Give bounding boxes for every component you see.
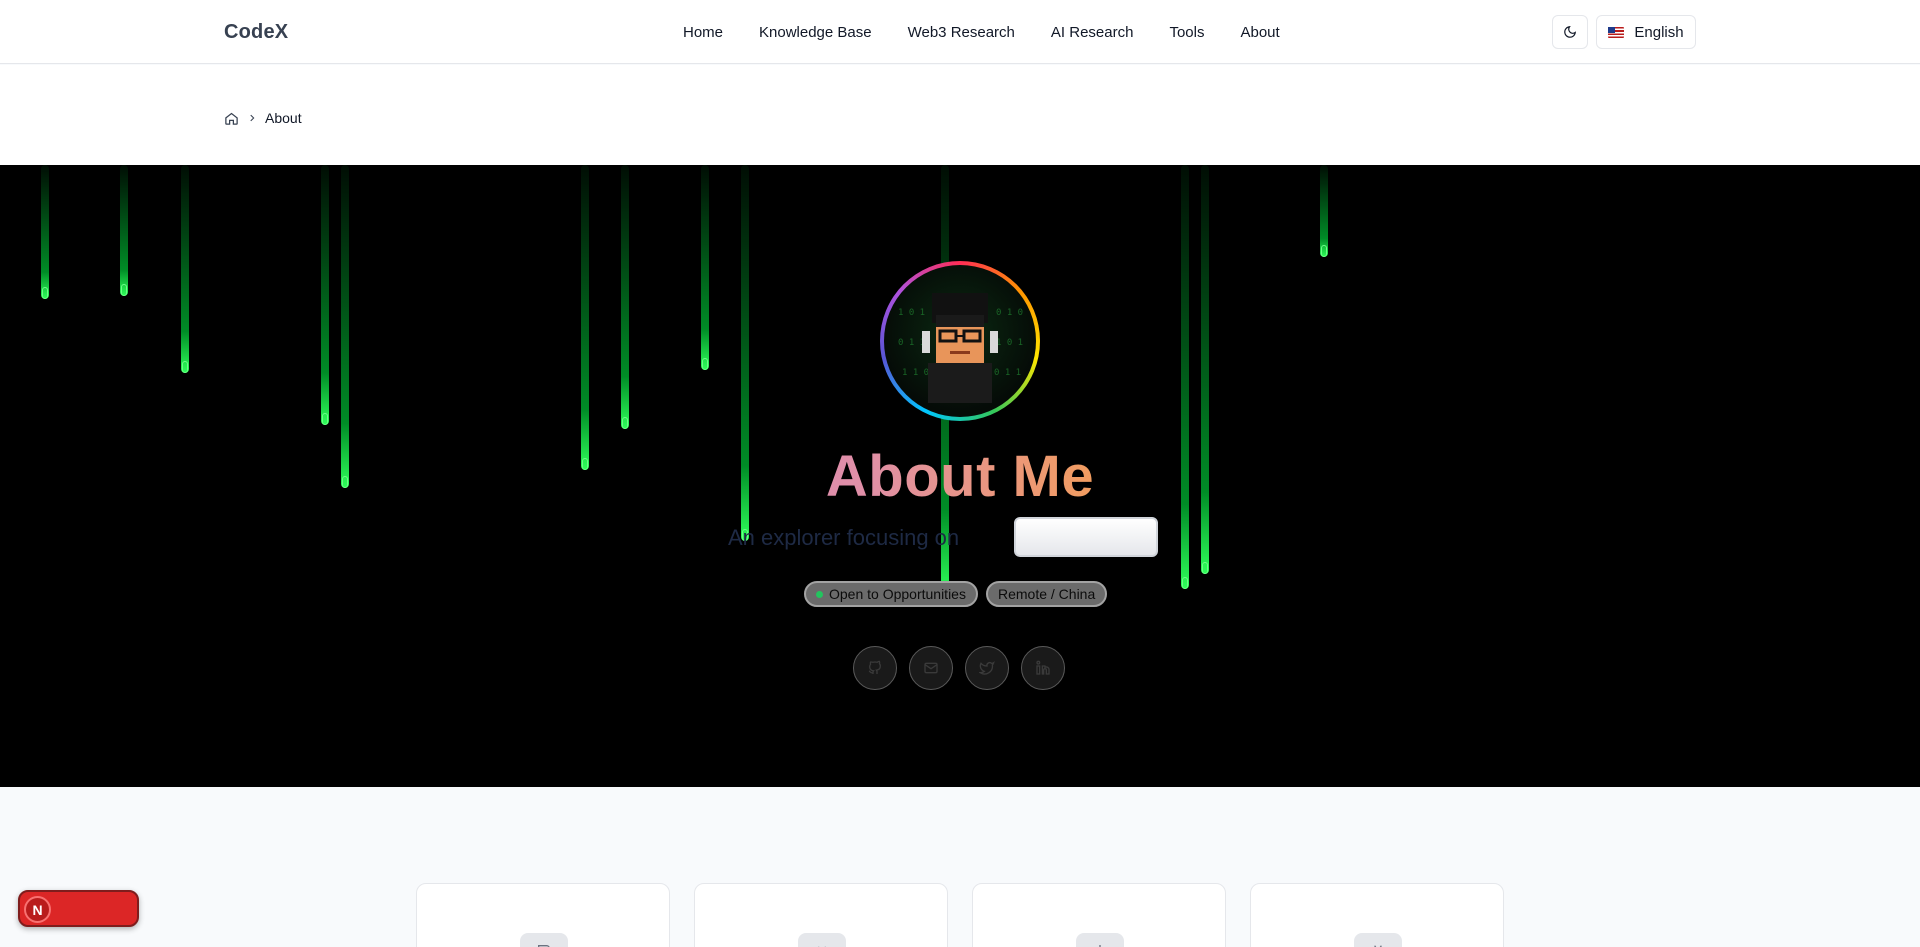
breadcrumb: About	[224, 110, 302, 126]
svg-text:0 1 1: 0 1 1	[898, 338, 925, 348]
code-rain-column	[701, 165, 709, 370]
typing-highlight	[1014, 517, 1158, 557]
site-header: CodeX Home Knowledge Base Web3 Research …	[0, 0, 1920, 64]
code-rain-column	[581, 165, 589, 470]
location-badge: Remote / China	[985, 581, 1108, 607]
code-rain-column	[341, 165, 349, 488]
code-rain-column	[621, 165, 629, 429]
svg-text:1 1 0: 1 1 0	[902, 368, 929, 378]
code-rain-column	[1320, 165, 1328, 257]
about-hero: 1 0 1 0 1 0 0 1 1 1 0 1 1 1 0 0 1 1 Abou…	[0, 165, 1920, 787]
nav-about[interactable]: About	[1240, 24, 1279, 41]
language-selector[interactable]: English	[1596, 15, 1696, 49]
code-rain-column	[41, 165, 49, 299]
pixel-avatar-icon: 1 0 1 0 1 0 0 1 1 1 0 1 1 1 0 0 1 1	[898, 293, 1023, 403]
nav-tools[interactable]: Tools	[1169, 24, 1204, 41]
main-nav: Home Knowledge Base Web3 Research AI Res…	[683, 0, 1280, 64]
typing-text: An explorer focusing on	[728, 525, 960, 550]
svg-text:1 0 1: 1 0 1	[898, 308, 925, 318]
breadcrumb-bar: About	[0, 65, 1920, 165]
code-rain-column	[1201, 165, 1209, 574]
linkedin-icon	[1036, 660, 1050, 675]
location-badge-label: Remote / China	[997, 586, 1096, 602]
linkedin-link[interactable]	[1021, 646, 1065, 690]
nav-home[interactable]: Home	[683, 24, 723, 41]
breadcrumb-current: About	[265, 110, 302, 126]
github-icon	[868, 660, 881, 674]
status-badges: Open to Opportunities Remote / China	[804, 581, 1108, 607]
svg-text:1 0 1: 1 0 1	[996, 338, 1023, 348]
moon-icon	[1564, 26, 1576, 38]
feature-cards	[416, 883, 1504, 947]
svg-text:0 1 0: 0 1 0	[996, 308, 1023, 318]
email-link[interactable]	[909, 646, 953, 690]
chart-icon	[1076, 933, 1124, 947]
site-logo[interactable]: CodeX	[224, 21, 288, 44]
social-links	[853, 646, 1065, 690]
us-flag-icon	[1608, 26, 1625, 38]
avatar: 1 0 1 0 1 0 0 1 1 1 0 1 1 1 0 0 1 1	[880, 261, 1040, 421]
typing-tagline: An explorer focusing on	[0, 517, 1920, 557]
floating-toggle-button[interactable]: N	[18, 890, 139, 927]
avatar-image: 1 0 1 0 1 0 0 1 1 1 0 1 1 1 0 0 1 1	[884, 265, 1036, 417]
code-rain-column	[181, 165, 189, 373]
feature-card[interactable]	[416, 883, 670, 947]
mail-icon	[924, 662, 938, 674]
svg-text:0 1 1: 0 1 1	[994, 368, 1021, 378]
twitter-link[interactable]	[965, 646, 1009, 690]
nav-knowledge-base[interactable]: Knowledge Base	[759, 24, 872, 41]
chevron-right-icon	[250, 114, 255, 122]
nav-ai-research[interactable]: AI Research	[1051, 24, 1134, 41]
page-title: About Me	[0, 443, 1920, 510]
tools-icon	[1354, 933, 1402, 947]
status-badge-open: Open to Opportunities	[804, 581, 978, 607]
code-icon	[798, 933, 846, 947]
twitter-icon	[979, 661, 995, 675]
code-rain-column	[120, 165, 128, 296]
nav-web3-research[interactable]: Web3 Research	[908, 24, 1015, 41]
home-icon[interactable]	[224, 111, 239, 126]
github-link[interactable]	[853, 646, 897, 690]
feature-card[interactable]	[694, 883, 948, 947]
book-icon	[520, 933, 568, 947]
theme-toggle-button[interactable]	[1552, 15, 1588, 49]
status-dot-icon	[816, 590, 823, 598]
language-label: English	[1634, 23, 1684, 41]
status-badge-label: Open to Opportunities	[829, 586, 966, 602]
feature-card[interactable]	[1250, 883, 1504, 947]
code-rain-column	[321, 165, 329, 425]
toggle-knob: N	[24, 896, 51, 923]
feature-card[interactable]	[972, 883, 1226, 947]
